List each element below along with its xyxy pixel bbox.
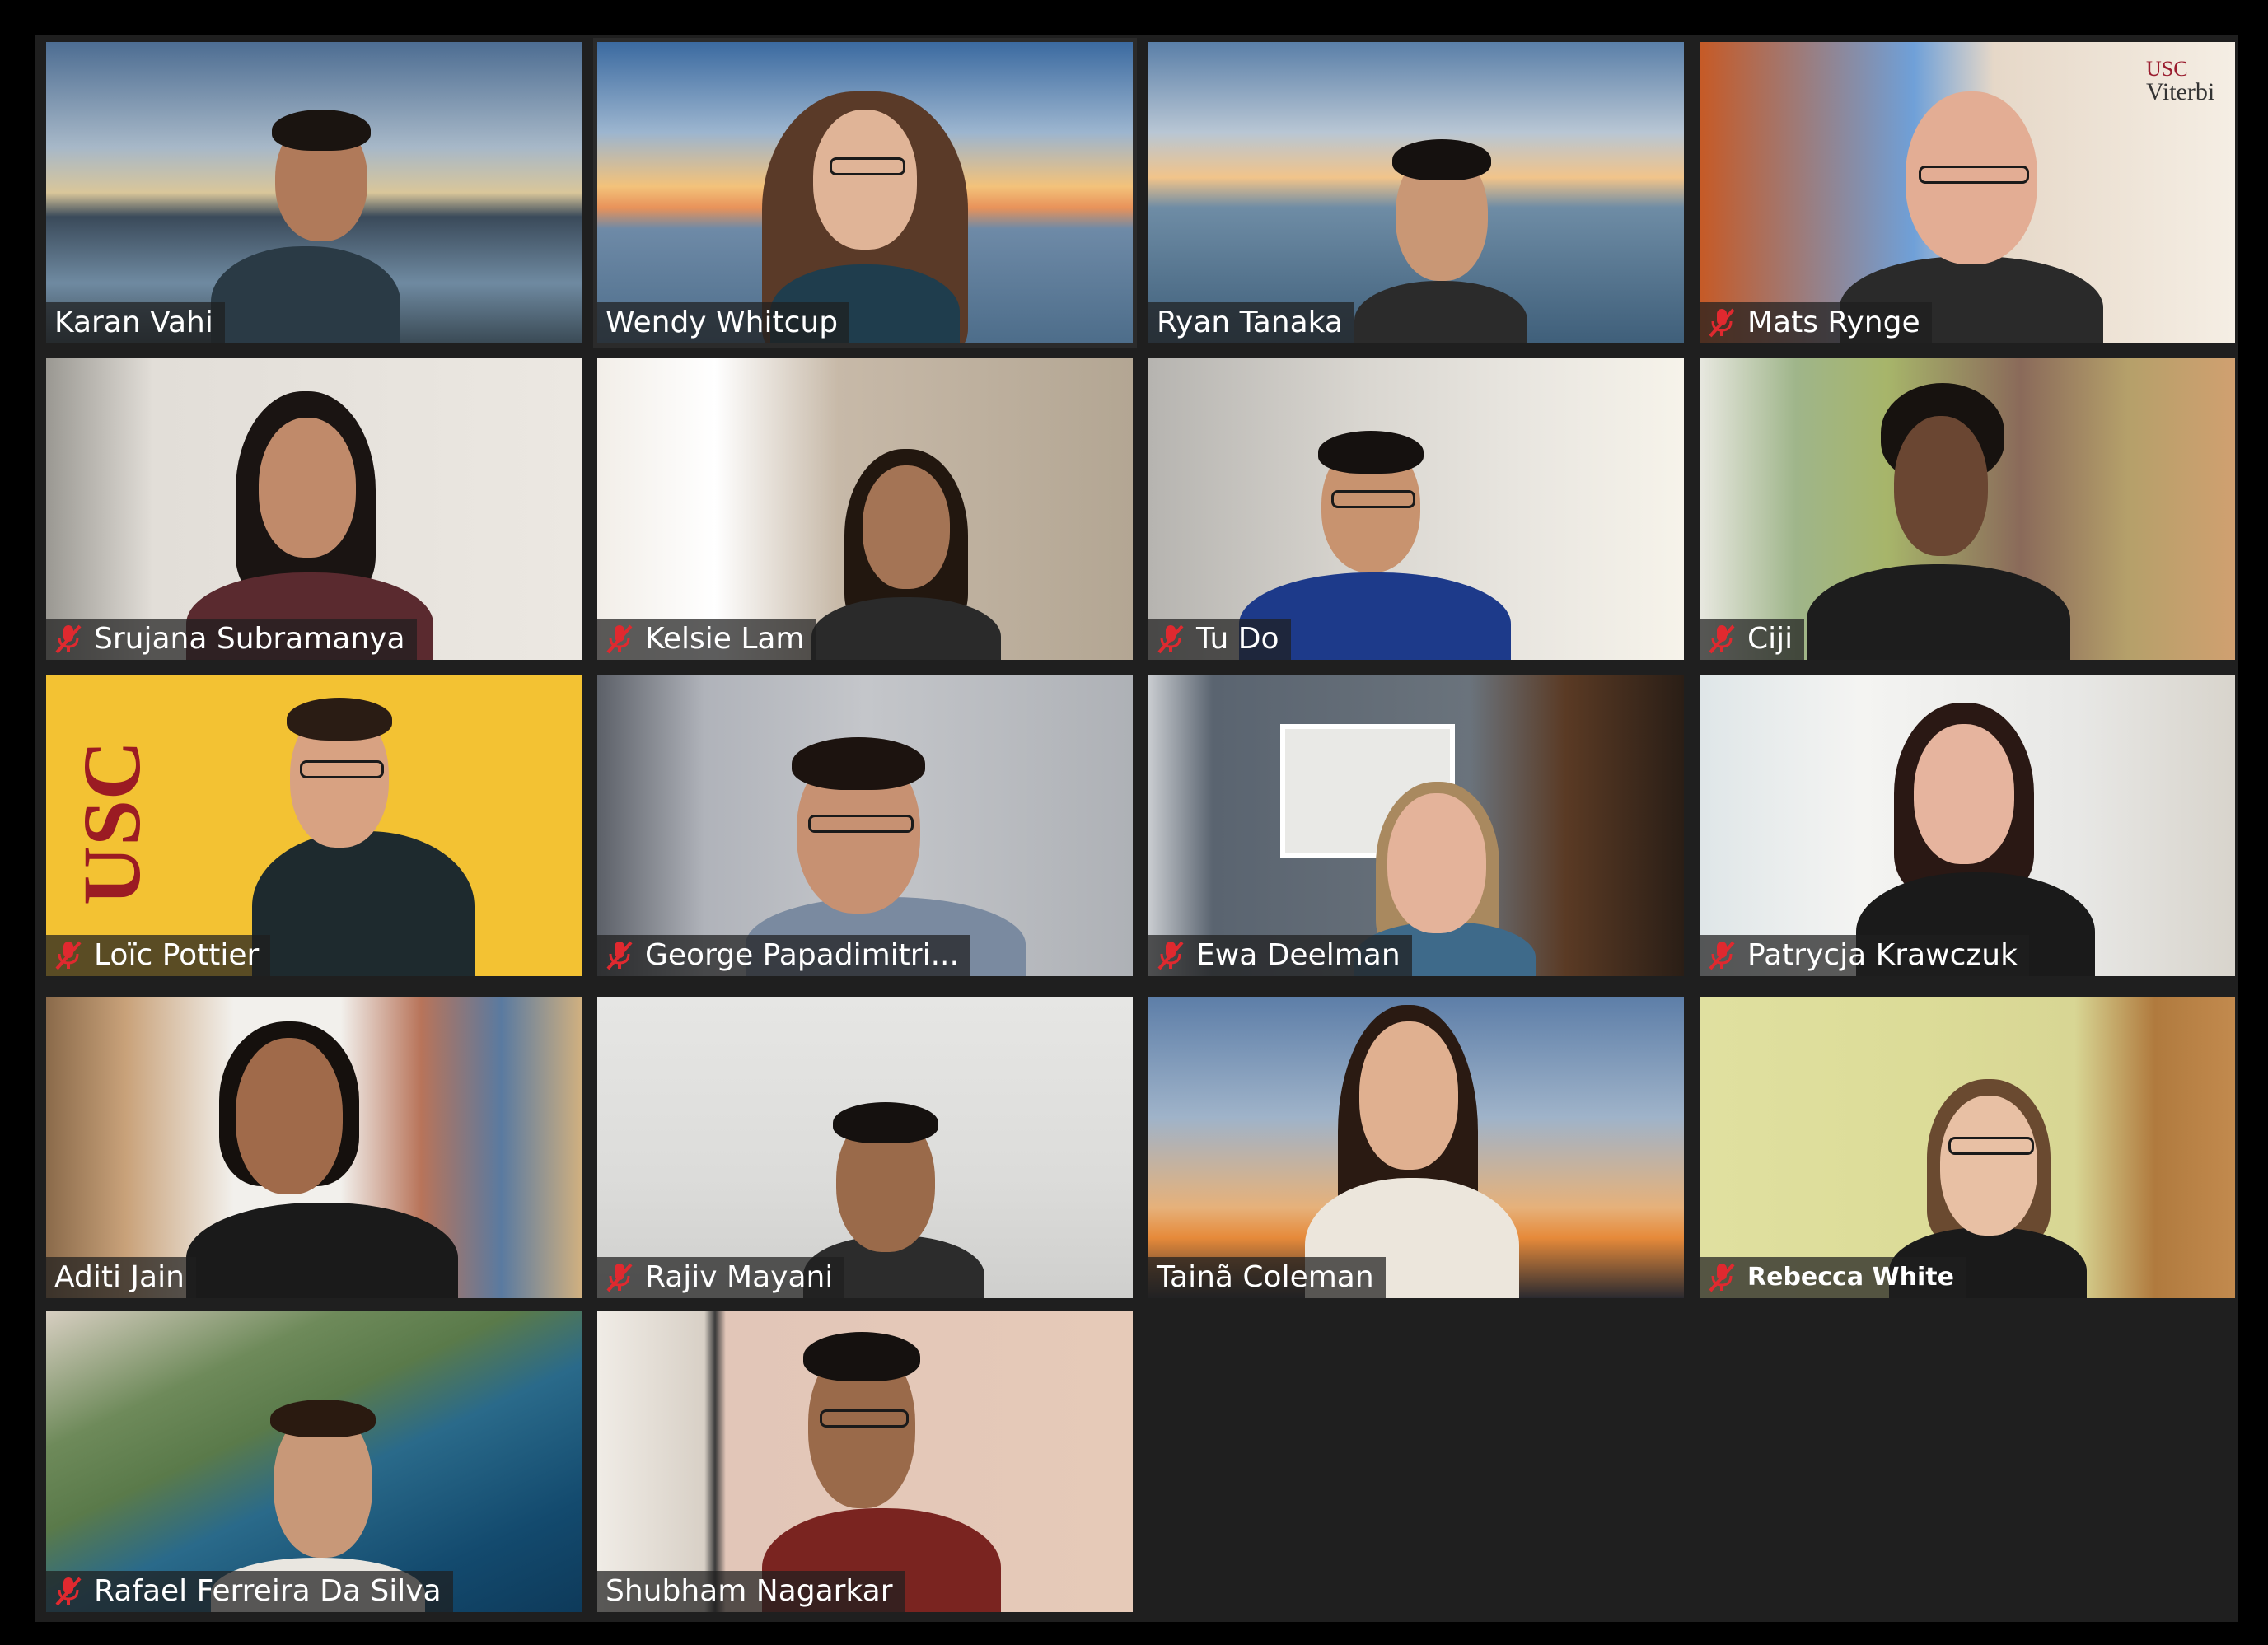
microphone-muted-icon — [55, 624, 82, 654]
video-tile[interactable]: Ewa Deelman — [1148, 675, 1684, 976]
video-tile[interactable]: Karan Vahi — [46, 42, 582, 343]
video-tile[interactable]: Srujana Subramanya — [46, 358, 582, 660]
microphone-muted-icon — [606, 941, 633, 970]
viterbi-logo: USC Viterbi — [2146, 57, 2215, 105]
participant-nameplate: Ciji — [1700, 619, 1805, 660]
microphone-muted-icon — [606, 1263, 633, 1292]
participant-name: Kelsie Lam — [645, 622, 805, 656]
video-tile[interactable]: Ciji — [1700, 358, 2235, 660]
participant-nameplate: Tainã Coleman — [1148, 1257, 1386, 1298]
participant-nameplate: Ewa Deelman — [1148, 935, 1412, 976]
microphone-muted-icon — [1157, 624, 1184, 654]
participant-name: Srujana Subramanya — [94, 622, 405, 656]
participant-nameplate: Rafael Ferreira Da Silva — [46, 1571, 453, 1612]
participant-name: Patrycja Krawczuk — [1747, 938, 2018, 972]
participant-nameplate: Aditi Jain — [46, 1257, 196, 1298]
participant-name: Aditi Jain — [54, 1260, 185, 1294]
microphone-muted-icon — [606, 624, 633, 654]
video-tile[interactable]: Ryan Tanaka — [1148, 42, 1684, 343]
microphone-muted-icon — [55, 1577, 82, 1606]
video-tile[interactable]: USC Loïc Pottier — [46, 675, 582, 976]
video-tile[interactable]: Rafael Ferreira Da Silva — [46, 1311, 582, 1612]
participant-nameplate: Srujana Subramanya — [46, 619, 417, 660]
participant-nameplate: Shubham Nagarkar — [597, 1571, 905, 1612]
gallery-view: Karan Vahi Wendy Whitcup Ryan Tanaka USC — [35, 35, 2238, 1622]
participant-name: Rafael Ferreira Da Silva — [94, 1574, 442, 1608]
participant-nameplate: Loïc Pottier — [46, 935, 271, 976]
participant-nameplate: Rebecca White — [1700, 1257, 1966, 1298]
microphone-muted-icon — [1709, 624, 1735, 654]
participant-nameplate: Mats Rynge — [1700, 302, 1932, 343]
video-tile[interactable]: Rajiv Mayani — [597, 997, 1133, 1298]
participant-name: Rebecca White — [1747, 1263, 1954, 1292]
participant-name: Mats Rynge — [1747, 306, 1920, 339]
participant-name: Loïc Pottier — [94, 938, 260, 972]
video-tile[interactable]: Patrycja Krawczuk — [1700, 675, 2235, 976]
participant-nameplate: Ryan Tanaka — [1148, 302, 1354, 343]
video-tile[interactable]: George Papadimitri... — [597, 675, 1133, 976]
participant-nameplate: Kelsie Lam — [597, 619, 816, 660]
microphone-muted-icon — [1709, 1263, 1735, 1292]
participant-name: Ciji — [1747, 622, 1793, 656]
participant-nameplate: Tu Do — [1148, 619, 1291, 660]
video-tile[interactable]: Aditi Jain — [46, 997, 582, 1298]
video-tile[interactable]: USC Viterbi Mats Rynge — [1700, 42, 2235, 343]
participant-name: Karan Vahi — [54, 306, 213, 339]
participant-nameplate: Rajiv Mayani — [597, 1257, 845, 1298]
video-tile-active-speaker[interactable]: Wendy Whitcup — [593, 38, 1137, 348]
participant-name: Wendy Whitcup — [606, 306, 839, 339]
video-tile[interactable]: Tu Do — [1148, 358, 1684, 660]
participant-name: Ewa Deelman — [1196, 938, 1401, 972]
participant-name: Ryan Tanaka — [1157, 306, 1343, 339]
participant-nameplate: Patrycja Krawczuk — [1700, 935, 2029, 976]
microphone-muted-icon — [1709, 941, 1735, 970]
microphone-muted-icon — [1709, 308, 1735, 338]
participant-name: Shubham Nagarkar — [606, 1574, 893, 1608]
video-tile[interactable]: Tainã Coleman — [1148, 997, 1684, 1298]
participant-name: George Papadimitri... — [645, 938, 959, 972]
participant-nameplate: Karan Vahi — [46, 302, 225, 343]
microphone-muted-icon — [55, 941, 82, 970]
usc-logo: USC — [66, 740, 157, 905]
video-tile[interactable]: Shubham Nagarkar — [597, 1311, 1133, 1612]
video-tile[interactable]: Kelsie Lam — [597, 358, 1133, 660]
video-tile[interactable]: Rebecca White — [1700, 997, 2235, 1298]
participant-name: Tu Do — [1196, 622, 1279, 656]
participant-nameplate: Wendy Whitcup — [597, 302, 850, 343]
participant-name: Tainã Coleman — [1157, 1260, 1374, 1294]
participant-nameplate: George Papadimitri... — [597, 935, 970, 976]
participant-name: Rajiv Mayani — [645, 1260, 834, 1294]
microphone-muted-icon — [1157, 941, 1184, 970]
